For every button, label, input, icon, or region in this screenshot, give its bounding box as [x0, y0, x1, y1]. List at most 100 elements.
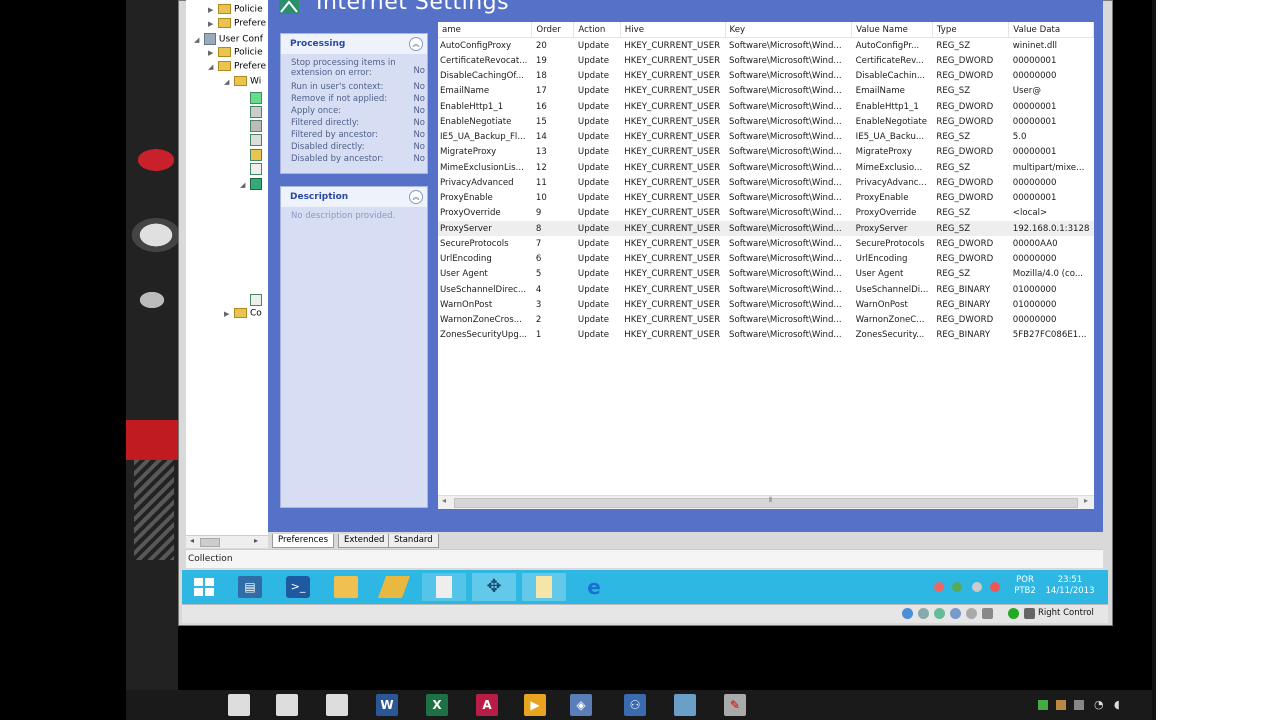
tree-horizontal-scrollbar[interactable]: ◂ ▸: [186, 535, 268, 548]
registry-items-list[interactable]: ame Order Action Hive Key Value Name Type Value…: [438, 22, 1094, 508]
column-header[interactable]: Action: [573, 22, 621, 38]
window-icon[interactable]: [228, 694, 250, 716]
tree-subitem[interactable]: [250, 92, 262, 104]
table-row[interactable]: DisableCachingOf... 18 Update HKEY_CURRENT_…: [438, 69, 1094, 84]
group-policy-icon[interactable]: ✥: [472, 573, 516, 601]
document-icon[interactable]: [522, 573, 566, 601]
tree-subitem[interactable]: [250, 149, 262, 161]
registry-table[interactable]: ame Order Action Hive Key Value Name Type Value…: [438, 22, 1094, 343]
table-row[interactable]: EnableNegotiate 15 Update HKEY_CURRENT_USER…: [438, 114, 1094, 129]
window-icon[interactable]: [276, 694, 298, 716]
scroll-left-icon[interactable]: ◂: [442, 496, 446, 505]
tree-item[interactable]: ▶ Prefere: [208, 18, 266, 29]
tray-alert-icon[interactable]: [990, 582, 1000, 592]
server-manager-icon[interactable]: ▤: [228, 573, 272, 601]
excel-icon[interactable]: X: [426, 694, 448, 716]
optical-status-icon[interactable]: [918, 608, 929, 619]
table-row[interactable]: SecureProtocols 7 Update HKEY_CURRENT_USER S…: [438, 236, 1094, 251]
windows-start-icon[interactable]: [184, 573, 228, 601]
folder-tool-icon[interactable]: [372, 573, 416, 601]
tree-item[interactable]: ◢ Prefere: [208, 61, 266, 72]
table-row[interactable]: UrlEncoding 6 Update HKEY_CURRENT_USER Softw…: [438, 252, 1094, 267]
table-row[interactable]: ZonesSecurityUpg... 1 Update HKEY_CURRENT_U…: [438, 328, 1094, 343]
usb-status-icon[interactable]: [934, 608, 945, 619]
tree-subitem[interactable]: [250, 120, 262, 132]
tree-item[interactable]: ▶ Policie: [208, 4, 263, 15]
tree-item[interactable]: ◢ User Conf: [194, 33, 263, 45]
table-row[interactable]: MigrateProxy 13 Update HKEY_CURRENT_USER Sof…: [438, 145, 1094, 160]
column-header[interactable]: Order: [531, 22, 575, 38]
scroll-right-icon[interactable]: ▸: [1084, 496, 1088, 505]
virtualbox-icon[interactable]: ◈: [570, 694, 592, 716]
expand-arrow-icon[interactable]: ▶: [224, 310, 234, 318]
table-row[interactable]: AutoConfigProxy 20 Update HKEY_CURRENT_USER…: [438, 38, 1094, 54]
expand-arrow-icon[interactable]: ▶: [208, 20, 218, 28]
tree-item[interactable]: ◢ Wi: [224, 76, 261, 87]
tray-clock[interactable]: 23:51 14/11/2013: [1042, 575, 1098, 597]
tray-status-icon[interactable]: [972, 582, 982, 592]
scroll-left-icon[interactable]: ◂: [190, 536, 194, 545]
notepad-icon[interactable]: [422, 573, 466, 601]
table-row[interactable]: User Agent 5 Update HKEY_CURRENT_USER Softwa…: [438, 267, 1094, 282]
column-header[interactable]: Value Name: [851, 22, 933, 38]
expand-arrow-icon[interactable]: ▶: [208, 49, 218, 57]
console-tree[interactable]: ▶ Policie ▶ Prefere ◢ User Conf ▶ Policie ◢…: [186, 0, 269, 535]
table-row[interactable]: EnableHttp1_1 16 Update HKEY_CURRENT_USER So…: [438, 99, 1094, 114]
shared-folders-icon[interactable]: [966, 608, 977, 619]
table-row[interactable]: WarnOnPost 3 Update HKEY_CURRENT_USER Softwa…: [438, 297, 1094, 312]
collapse-chevron-icon[interactable]: ︽: [409, 37, 423, 51]
powershell-icon[interactable]: >_: [276, 573, 320, 601]
tool-icon[interactable]: ✎: [724, 694, 746, 716]
capture-status-icon[interactable]: [1008, 608, 1019, 619]
wifi-icon[interactable]: ◔: [1094, 698, 1104, 711]
window-icon[interactable]: [326, 694, 348, 716]
collapse-arrow-icon[interactable]: ◢: [194, 36, 204, 44]
column-header[interactable]: Key: [725, 22, 853, 38]
collapse-chevron-icon[interactable]: ︽: [409, 190, 423, 204]
tray-flag-icon[interactable]: [934, 582, 944, 592]
list-horizontal-scrollbar[interactable]: ◂ ⦀ ▸: [438, 495, 1094, 509]
collapse-arrow-icon[interactable]: ◢: [208, 63, 218, 71]
tree-subitem[interactable]: [250, 106, 262, 118]
tray-network-icon[interactable]: [952, 582, 962, 592]
tree-item[interactable]: ▶ Policie: [208, 47, 263, 58]
tree-subitem[interactable]: ◢: [240, 178, 262, 190]
table-row[interactable]: CertificateRevocat... 19 Update HKEY_CURREN…: [438, 53, 1094, 68]
table-row[interactable]: UseSchannelDirec... 4 Update HKEY_CURRENT_U…: [438, 282, 1094, 297]
column-header[interactable]: Value Data: [1008, 22, 1094, 38]
column-header[interactable]: Hive: [620, 22, 726, 38]
table-row[interactable]: MimeExclusionLis... 12 Update HKEY_CURRENT_…: [438, 160, 1094, 175]
table-row[interactable]: ProxyEnable 10 Update HKEY_CURRENT_USER Soft…: [438, 191, 1094, 206]
keyboard-status-icon[interactable]: [1024, 608, 1035, 619]
tray-icon[interactable]: [1038, 700, 1048, 710]
tree-subitem[interactable]: [250, 294, 262, 306]
collapse-arrow-icon[interactable]: ◢: [224, 78, 234, 86]
table-row[interactable]: EmailName 17 Update HKEY_CURRENT_USER Softwa…: [438, 84, 1094, 99]
table-row[interactable]: WarnonZoneCros... 2 Update HKEY_CURRENT_USE…: [438, 313, 1094, 328]
tree-subitem[interactable]: [250, 163, 262, 175]
volume-icon[interactable]: ◖: [1114, 698, 1120, 711]
expand-arrow-icon[interactable]: ▶: [208, 6, 218, 14]
tree-subitem[interactable]: [250, 134, 262, 146]
tray-icon[interactable]: [1056, 700, 1066, 710]
table-row[interactable]: ProxyServer 8 Update HKEY_CURRENT_USER Softw…: [438, 221, 1094, 237]
word-icon[interactable]: W: [376, 694, 398, 716]
table-row[interactable]: IE5_UA_Backup_Fl... 14 Update HKEY_CURRENT_…: [438, 130, 1094, 145]
tray-language[interactable]: POR PTB2: [1008, 575, 1042, 597]
document-icon[interactable]: [674, 694, 696, 716]
hdd-status-icon[interactable]: [902, 608, 913, 619]
column-header[interactable]: Type: [932, 22, 1010, 38]
network-status-icon[interactable]: [950, 608, 961, 619]
network-icon[interactable]: ⚇: [624, 694, 646, 716]
tab-standard[interactable]: Standard: [388, 534, 439, 548]
media-player-icon[interactable]: ▶: [524, 694, 546, 716]
column-header[interactable]: ame: [438, 22, 533, 38]
tab-extended[interactable]: Extended: [338, 534, 391, 548]
internet-explorer-icon[interactable]: e: [572, 573, 616, 601]
display-status-icon[interactable]: [982, 608, 993, 619]
file-explorer-icon[interactable]: [324, 573, 368, 601]
scroll-thumb[interactable]: [454, 498, 1078, 508]
tab-preferences[interactable]: Preferences: [272, 534, 334, 548]
scroll-thumb[interactable]: [200, 538, 220, 547]
tree-item[interactable]: ▶ Co: [224, 308, 262, 319]
